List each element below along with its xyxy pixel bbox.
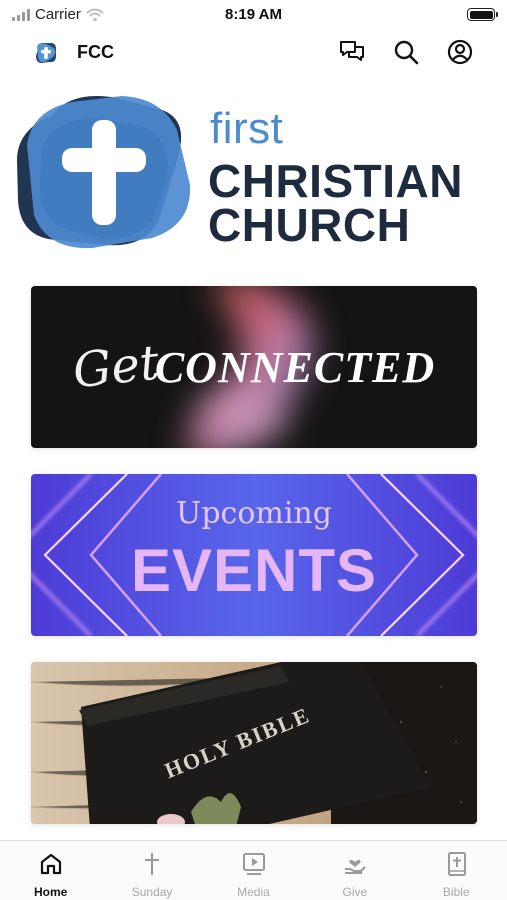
profile-icon[interactable] xyxy=(446,38,474,66)
tab-give-label: Give xyxy=(342,885,368,899)
bottom-tab-bar: Home Sunday Media Give Bible xyxy=(0,840,507,900)
holy-bible-card[interactable]: HOLY BIBLE xyxy=(31,662,477,824)
media-icon xyxy=(242,853,265,875)
tab-bible[interactable]: Bible xyxy=(406,841,507,900)
tab-give[interactable]: Give xyxy=(304,841,405,900)
bible-icon xyxy=(447,852,466,876)
tab-sunday[interactable]: Sunday xyxy=(101,841,202,900)
tab-bible-label: Bible xyxy=(442,885,470,899)
cross-icon xyxy=(145,853,160,875)
give-icon xyxy=(345,860,366,874)
search-icon[interactable] xyxy=(392,38,420,66)
church-logo-icon[interactable] xyxy=(34,41,58,65)
app-header: FCC xyxy=(0,30,507,74)
church-logo-mark xyxy=(17,96,191,249)
get-connected-card[interactable]: Get CONNECTED xyxy=(31,286,477,448)
tab-media-label: Media xyxy=(237,885,270,899)
home-icon xyxy=(40,853,62,875)
tab-home[interactable]: Home xyxy=(0,841,101,900)
brand-first: first xyxy=(210,104,284,153)
battery-icon xyxy=(467,8,498,21)
brand-church: CHURCH xyxy=(208,199,411,251)
tab-sunday-label: Sunday xyxy=(131,885,173,899)
tab-home-label: Home xyxy=(34,885,68,899)
events-upcoming-text: Upcoming xyxy=(176,496,332,531)
status-time: 8:19 AM xyxy=(225,6,282,23)
church-brand-banner: first CHRISTIAN CHURCH xyxy=(0,84,507,254)
tab-media[interactable]: Media xyxy=(203,841,304,900)
status-bar: Carrier 8:19 AM xyxy=(0,0,507,30)
events-main-text: EVENTS xyxy=(130,537,378,604)
chat-icon[interactable] xyxy=(338,38,366,66)
app-name: FCC xyxy=(77,42,114,62)
connected-script-text: Get xyxy=(70,334,162,400)
connected-main-text: CONNECTED xyxy=(154,342,436,392)
upcoming-events-card[interactable]: Upcoming EVENTS xyxy=(31,474,477,636)
connected-text: Get CONNECTED xyxy=(31,286,477,448)
